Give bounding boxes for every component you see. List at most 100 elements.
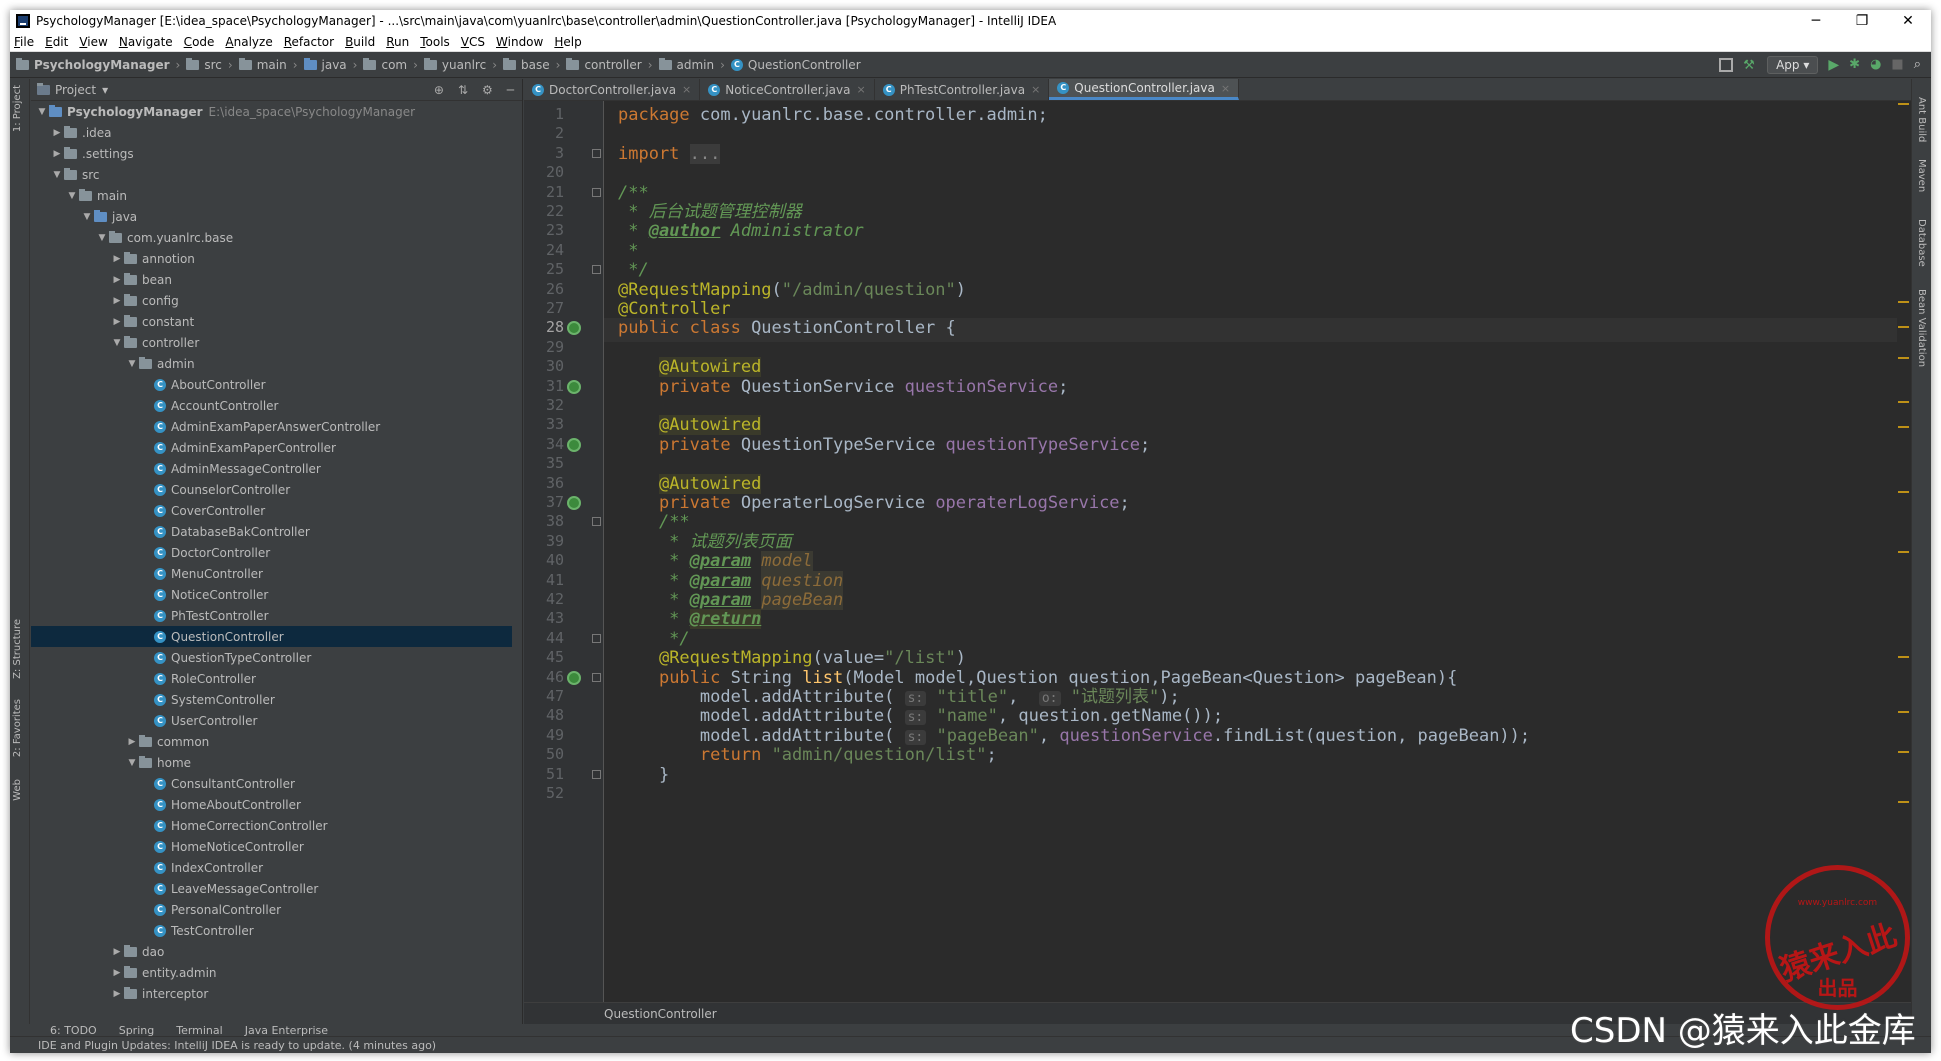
database-tool-tab[interactable]: Database (1916, 219, 1927, 267)
tree-item[interactable]: C TestController (31, 920, 512, 941)
tree-item[interactable]: ▼ src (31, 164, 512, 185)
chevron-right-icon[interactable]: ▶ (110, 296, 124, 306)
tree-item[interactable]: C PersonalController (31, 899, 512, 920)
gear-icon[interactable]: ⚙ (482, 83, 493, 97)
tree-item[interactable]: ▶ entity.admin (31, 962, 512, 983)
breadcrumb-item[interactable]: main › (233, 57, 298, 72)
search-icon[interactable]: ⌕ (1914, 57, 1921, 72)
chevron-down-icon[interactable]: ▼ (50, 170, 64, 180)
minimize-button[interactable]: ─ (1793, 13, 1839, 29)
close-tab-icon[interactable]: × (682, 83, 691, 96)
menu-tools[interactable]: Tools (416, 35, 457, 49)
fold-icon[interactable] (592, 187, 601, 197)
run-config-select[interactable]: App ▾ (1767, 55, 1819, 74)
tree-item[interactable]: C SystemController (31, 689, 512, 710)
tree-item[interactable]: C CounselorController (31, 479, 512, 500)
tree-item[interactable]: ▼ main (31, 185, 512, 206)
tree-item[interactable]: ▶ constant (31, 311, 512, 332)
breadcrumb-item[interactable]: src › (180, 57, 233, 72)
menu-code[interactable]: Code (180, 35, 222, 49)
editor-tab[interactable]: C DoctorController.java × (524, 79, 701, 100)
tree-item[interactable]: ▶ .settings (31, 143, 512, 164)
editor-scrollbar[interactable] (1897, 101, 1911, 1002)
chevron-down-icon[interactable]: ▾ (102, 83, 108, 97)
stop-icon[interactable]: ■ (1891, 57, 1903, 72)
editor-tab[interactable]: C NoticeController.java × (700, 79, 875, 100)
chevron-right-icon[interactable]: ▶ (110, 968, 124, 978)
chevron-right-icon[interactable]: ▶ (50, 128, 64, 138)
chevron-down-icon[interactable]: ▼ (95, 233, 109, 243)
tree-item[interactable]: C NoticeController (31, 584, 512, 605)
close-tab-icon[interactable]: × (1031, 83, 1040, 96)
tree-item[interactable]: C ConsultantController (31, 773, 512, 794)
menu-help[interactable]: Help (550, 35, 588, 49)
chevron-right-icon[interactable]: ▶ (110, 254, 124, 264)
breadcrumb-item[interactable]: PsychologyManager › (10, 57, 180, 72)
tree-item[interactable]: ▼ java (31, 206, 512, 227)
chevron-down-icon[interactable]: ▼ (65, 191, 79, 201)
tree-item[interactable]: ▶ interceptor (31, 983, 512, 1004)
tree-item[interactable]: C AboutController (31, 374, 512, 395)
tree-item[interactable]: C CoverController (31, 500, 512, 521)
menu-file[interactable]: File (10, 35, 41, 49)
breadcrumb-item[interactable]: base › (497, 57, 560, 72)
fold-icon[interactable] (592, 672, 601, 682)
chevron-right-icon[interactable]: ▶ (110, 947, 124, 957)
fold-icon[interactable] (592, 265, 601, 275)
tree-item[interactable]: ▶ bean (31, 269, 512, 290)
tree-item[interactable]: C AdminMessageController (31, 458, 512, 479)
tree-item[interactable]: C HomeAboutController (31, 794, 512, 815)
tree-item[interactable]: C RoleController (31, 668, 512, 689)
tree-item[interactable]: C LeaveMessageController (31, 878, 512, 899)
menu-analyze[interactable]: Analyze (221, 35, 279, 49)
spring-bean-icon[interactable] (567, 496, 581, 510)
chevron-right-icon[interactable]: ▶ (110, 317, 124, 327)
tree-item[interactable]: ▶ config (31, 290, 512, 311)
menu-vcs[interactable]: VCS (457, 35, 492, 49)
project-tool-tab[interactable]: 1: Project (12, 85, 23, 132)
tree-item[interactable]: C AdminExamPaperAnswerController (31, 416, 512, 437)
web-tool-tab[interactable]: Web (12, 779, 23, 801)
tree-item[interactable]: ▼ com.yuanlrc.base (31, 227, 512, 248)
editor-tab[interactable]: C PhTestController.java × (875, 79, 1050, 100)
project-panel-title[interactable]: Project (55, 83, 96, 97)
chevron-right-icon[interactable]: ▶ (110, 989, 124, 999)
close-button[interactable]: ✕ (1885, 13, 1931, 29)
tree-item[interactable]: C MenuController (31, 563, 512, 584)
tree-item[interactable]: C DatabaseBakController (31, 521, 512, 542)
tree-item[interactable]: C DoctorController (31, 542, 512, 563)
code-area[interactable]: package com.yuanlrc.base.controller.admi… (618, 101, 1891, 1002)
spring-bean-icon[interactable] (567, 321, 581, 336)
spring-bean-icon[interactable] (567, 437, 581, 452)
tree-item[interactable]: C IndexController (31, 857, 512, 878)
breadcrumb-item[interactable]: controller › (560, 57, 653, 72)
breadcrumb-item[interactable]: yuanlrc › (418, 57, 497, 72)
hammer-icon[interactable]: ⚒ (1743, 58, 1757, 73)
bean-validation-tool-tab[interactable]: Bean Validation (1916, 289, 1927, 367)
fold-icon[interactable] (592, 517, 601, 527)
chevron-down-icon[interactable]: ▼ (110, 338, 124, 348)
editor-tab[interactable]: C QuestionController.java × (1049, 79, 1240, 100)
chevron-right-icon[interactable]: ▶ (125, 737, 139, 747)
terminal-tool-tab[interactable]: Terminal (176, 1024, 223, 1037)
tree-item[interactable]: ▼ home (31, 752, 512, 773)
tree-item[interactable]: ▼ controller (31, 332, 512, 353)
spring-tool-tab[interactable]: Spring (119, 1024, 155, 1037)
project-structure-icon[interactable] (1719, 57, 1734, 72)
maven-tool-tab[interactable]: Maven (1916, 159, 1927, 192)
breadcrumb-item[interactable]: C QuestionController (725, 58, 861, 72)
run-icon[interactable]: ▶ (1828, 57, 1839, 73)
structure-tool-tab[interactable]: Z: Structure (12, 619, 23, 679)
menu-refactor[interactable]: Refactor (280, 35, 341, 49)
chevron-right-icon[interactable]: ▶ (50, 149, 64, 159)
spring-bean-icon[interactable] (567, 379, 581, 394)
menu-navigate[interactable]: Navigate (115, 35, 180, 49)
fold-icon[interactable] (592, 769, 601, 779)
favorites-tool-tab[interactable]: 2: Favorites (12, 699, 23, 757)
java-enterprise-tool-tab[interactable]: Java Enterprise (245, 1024, 328, 1037)
maximize-button[interactable]: ❐ (1839, 13, 1885, 29)
menu-window[interactable]: Window (492, 35, 550, 49)
tree-item[interactable]: ▶ dao (31, 941, 512, 962)
todo-tool-tab[interactable]: 6: TODO (50, 1024, 97, 1037)
menu-build[interactable]: Build (341, 35, 382, 49)
